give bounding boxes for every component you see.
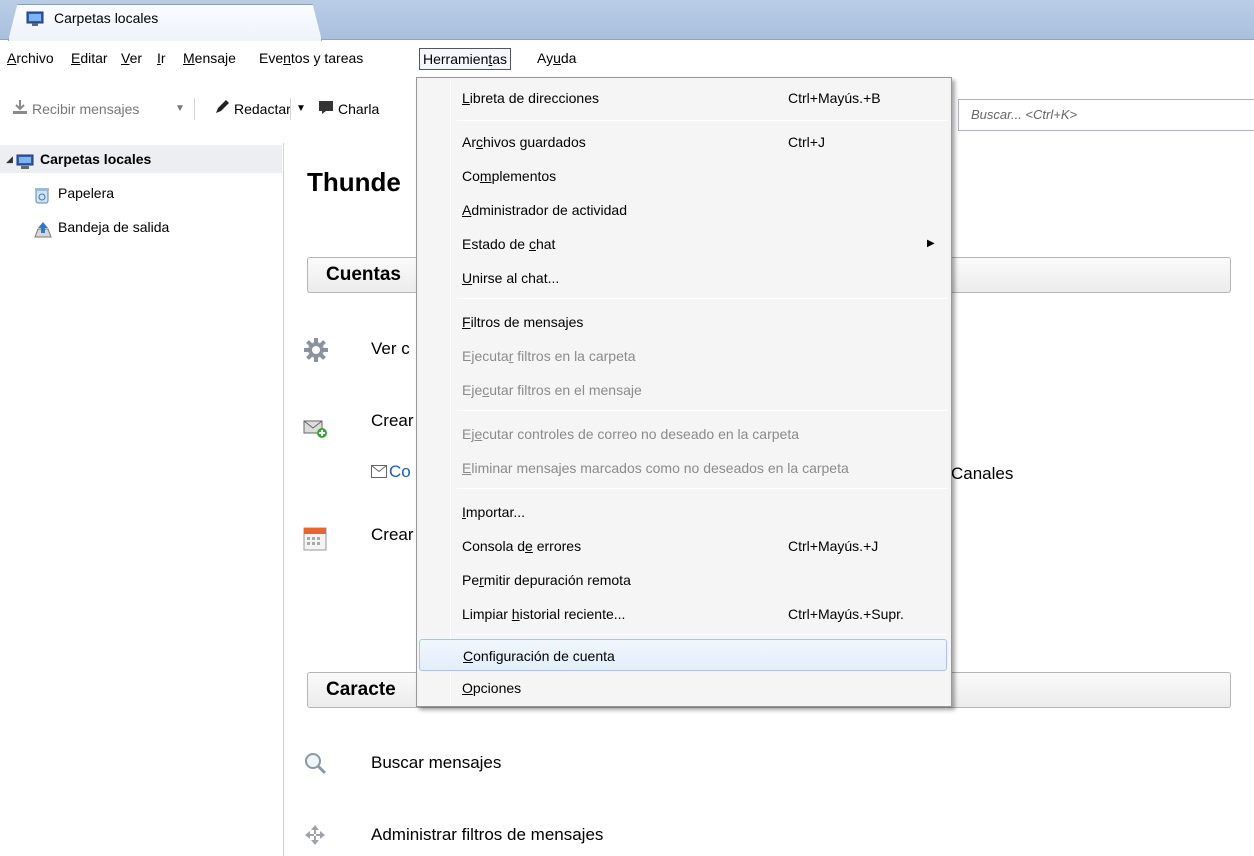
menuitem-addons[interactable]: Complementos <box>417 160 951 192</box>
folder-label: Papelera <box>58 185 115 201</box>
email-account-link[interactable]: Co <box>389 462 411 482</box>
tab-title: Carpetas locales <box>54 10 159 26</box>
menuitem-label: Filtros de mensajes <box>462 314 584 330</box>
menuitem-label: Archivos guardados <box>462 134 586 150</box>
menuitem-activity-manager[interactable]: Administrador de actividad <box>417 194 951 226</box>
gear-icon <box>303 337 329 366</box>
menuitem-saved-files[interactable]: Archivos guardados Ctrl+J <box>417 126 951 158</box>
menuitem-delete-junk: Eliminar mensajes marcados como no desea… <box>417 452 951 484</box>
local-folders-icon <box>16 151 34 179</box>
menu-mensaje[interactable]: Mensaje <box>180 48 239 70</box>
create-calendar-label: Crear <box>371 525 414 544</box>
menu-herramientas[interactable]: Herramientas <box>419 48 512 70</box>
menu-eventos[interactable]: Eventos y tareas <box>256 48 366 70</box>
write-button[interactable]: Redactar <box>214 98 291 120</box>
menuitem-label: Configuración de cuenta <box>463 648 615 664</box>
menuitem-label: Unirse al chat... <box>462 270 560 286</box>
tools-menu: Libreta de direcciones Ctrl+Mayús.+B Arc… <box>416 77 952 707</box>
menuitem-label: Ejecutar controles de correo no deseado … <box>462 426 800 442</box>
menu-archivo[interactable]: Archivo <box>4 48 57 70</box>
menuitem-label: Libreta de direcciones <box>462 90 599 106</box>
shortcut-label: Ctrl+Mayús.+J <box>788 538 879 554</box>
manage-filters-link[interactable]: Administrar filtros de mensajes <box>371 825 603 845</box>
menuitem-clear-history[interactable]: Limpiar historial reciente... Ctrl+Mayús… <box>417 598 951 630</box>
menuitem-join-chat[interactable]: Unirse al chat... <box>417 262 951 294</box>
feeds-link[interactable]: Canales <box>951 464 1013 484</box>
menuitem-label: Ejecutar filtros en el mensaje <box>462 382 642 398</box>
folder-label: Carpetas locales <box>40 151 152 167</box>
menuitem-import[interactable]: Importar... <box>417 496 951 528</box>
envelope-icon <box>371 465 387 481</box>
menuitem-options[interactable]: Opciones <box>417 672 951 704</box>
get-messages-dropdown[interactable]: ▼ <box>175 98 185 120</box>
menuitem-label: Limpiar historial reciente... <box>462 606 626 622</box>
menuitem-chat-status[interactable]: Estado de chat ▶ <box>417 228 951 260</box>
menuitem-label: Complementos <box>462 168 557 184</box>
menu-ver[interactable]: Ver <box>118 48 145 70</box>
expand-twisty-icon[interactable]: ◢ <box>6 145 13 173</box>
search-messages-link[interactable]: Buscar mensajes <box>371 753 501 773</box>
menuitem-message-filters[interactable]: Filtros de mensajes <box>417 306 951 338</box>
tab-bar: Carpetas locales <box>0 0 1254 41</box>
menuitem-run-filters-folder: Ejecutar filtros en la carpeta <box>417 340 951 372</box>
page-title: Thunde <box>307 167 401 197</box>
menuitem-address-book[interactable]: Libreta de direcciones Ctrl+Mayús.+B <box>417 82 951 114</box>
chat-button[interactable]: Charla <box>318 98 412 120</box>
get-messages-button[interactable]: Recibir mensajes <box>12 98 139 120</box>
shortcut-label: Ctrl+J <box>788 134 825 150</box>
write-dropdown[interactable]: ▼ <box>296 98 306 120</box>
menuitem-run-junk-controls: Ejecutar controles de correo no deseado … <box>417 418 951 450</box>
pencil-icon <box>214 99 230 121</box>
menuitem-label: Eliminar mensajes marcados como no desea… <box>462 460 849 476</box>
folder-label: Bandeja de salida <box>58 219 170 235</box>
search-icon <box>303 751 327 778</box>
shortcut-label: Ctrl+Mayús.+Supr. <box>788 606 904 622</box>
menu-editar[interactable]: Editar <box>68 48 111 70</box>
menuitem-label: Ejecutar filtros en la carpeta <box>462 348 636 364</box>
search-input[interactable]: Buscar... <Ctrl+K> <box>958 99 1254 131</box>
folder-trash[interactable]: Papelera <box>0 179 282 207</box>
trash-icon <box>34 185 50 213</box>
menuitem-remote-debug[interactable]: Permitir depuración remota <box>417 564 951 596</box>
folder-local-folders[interactable]: ◢ Carpetas locales <box>0 145 282 173</box>
view-settings-link[interactable]: Ver c <box>371 339 410 359</box>
outbox-icon <box>34 219 52 247</box>
folder-pane: ◢ Carpetas locales Papelera Bandeja de s… <box>0 143 284 856</box>
menuitem-label: Importar... <box>462 504 526 520</box>
menuitem-label: Administrador de actividad <box>462 202 627 218</box>
shortcut-label: Ctrl+Mayús.+B <box>788 90 881 106</box>
menuitem-label: Opciones <box>462 680 522 696</box>
menu-ayuda[interactable]: Ayuda <box>534 48 579 70</box>
menu-bar: Archivo Editar Ver Ir Mensaje Eventos y … <box>0 46 1254 70</box>
calendar-icon <box>303 527 327 554</box>
menu-ir[interactable]: Ir <box>154 48 169 70</box>
menuitem-label: Estado de chat <box>462 236 556 252</box>
new-account-icon <box>303 417 329 442</box>
menuitem-label: Consola de errores <box>462 538 582 554</box>
submenu-arrow-icon: ▶ <box>927 238 935 249</box>
menuitem-label: Permitir depuración remota <box>462 572 631 588</box>
menuitem-account-settings[interactable]: Configuración de cuenta <box>419 639 947 671</box>
filter-icon <box>303 823 327 850</box>
menuitem-run-filters-message: Ejecutar filtros en el mensaje <box>417 374 951 406</box>
local-folders-icon <box>26 10 44 31</box>
download-icon <box>12 99 28 121</box>
create-account-label: Crear <box>371 411 414 430</box>
menuitem-error-console[interactable]: Consola de errores Ctrl+Mayús.+J <box>417 530 951 562</box>
chat-icon <box>318 99 334 120</box>
folder-outbox[interactable]: Bandeja de salida <box>0 213 282 241</box>
